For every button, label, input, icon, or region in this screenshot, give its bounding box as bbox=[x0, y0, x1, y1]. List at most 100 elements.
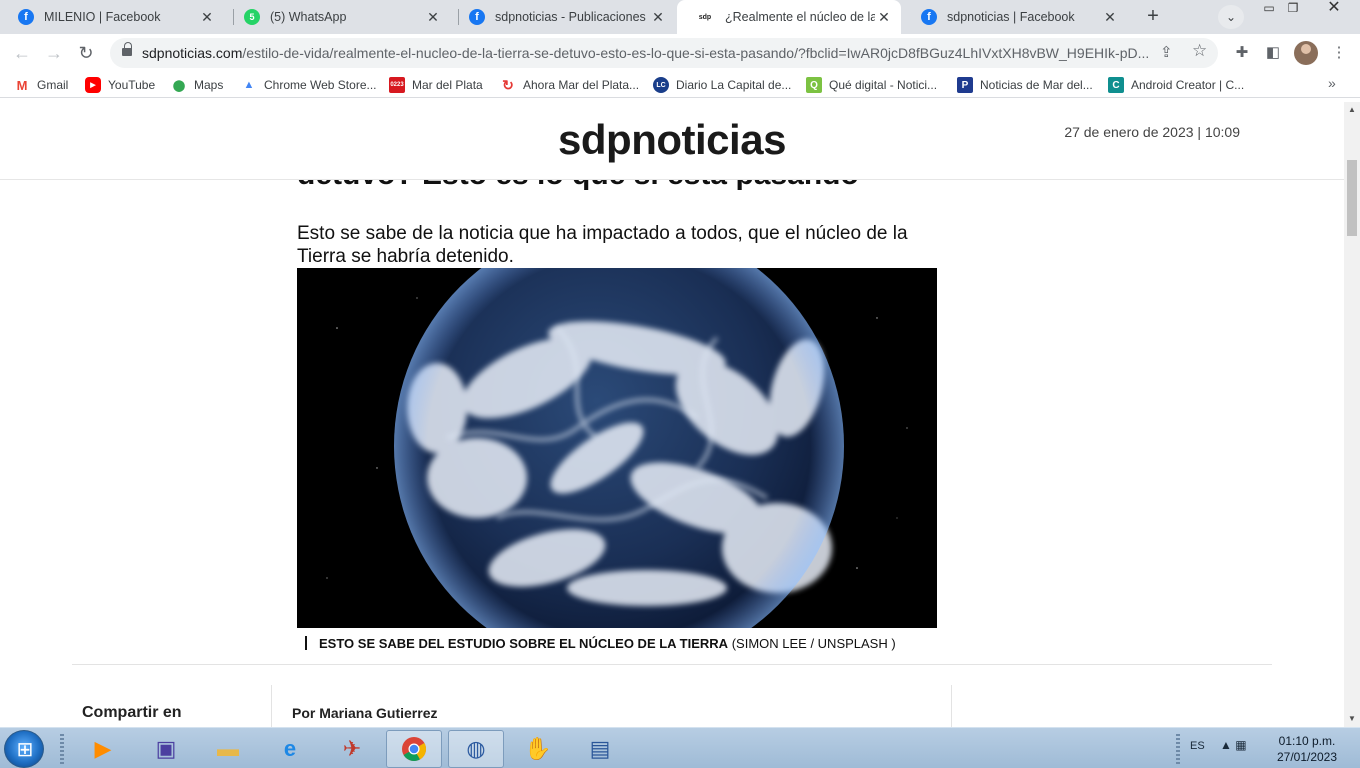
que-digital-icon: Q bbox=[806, 77, 822, 93]
tray-chevron-icon[interactable]: ▲ ▦ bbox=[1220, 738, 1247, 752]
bookmark-mar-del-plata[interactable]: 0223 Mar del Plata bbox=[389, 76, 483, 94]
scroll-up-arrow-icon[interactable]: ▲ bbox=[1344, 102, 1360, 118]
bookmark-label: Maps bbox=[194, 78, 224, 92]
share-label: Compartir en bbox=[82, 704, 182, 721]
game-icon: ✋ bbox=[524, 736, 552, 761]
bookmark-label: Chrome Web Store... bbox=[264, 78, 377, 92]
bookmark-noticias-mar-del-plata[interactable]: P Noticias de Mar del... bbox=[957, 76, 1093, 94]
tab-sdpnoticias-facebook[interactable]: f sdpnoticias | Facebook ✕ bbox=[903, 0, 1127, 34]
url-text[interactable]: sdpnoticias.com/estilo-de-vida/realmente… bbox=[142, 45, 1152, 61]
start-button[interactable] bbox=[4, 730, 45, 768]
folder-icon: ▬ bbox=[217, 736, 239, 761]
image-caption: ESTO SE SABE DEL ESTUDIO SOBRE EL NÚCLEO… bbox=[305, 636, 945, 651]
bookmarks-bar: M Gmail ▶ YouTube ⬤ Maps ▲ Chrome Web St… bbox=[0, 72, 1360, 98]
facebook-icon: f bbox=[18, 9, 34, 25]
taskbar-game[interactable]: ✋ bbox=[510, 730, 566, 768]
tab-search-icon[interactable]: ⌄ bbox=[1218, 5, 1244, 29]
tab-title: sdpnoticias | Facebook bbox=[947, 10, 1075, 24]
media-player-icon: ▶ bbox=[94, 736, 112, 761]
reload-icon[interactable]: ↻ bbox=[74, 41, 98, 65]
bookmark-label: Gmail bbox=[37, 78, 69, 92]
taskbar-chrome[interactable] bbox=[386, 730, 442, 768]
forward-arrow-icon[interactable]: → bbox=[42, 41, 66, 65]
lock-icon[interactable] bbox=[122, 42, 132, 58]
youtube-icon: ▶ bbox=[85, 77, 101, 93]
article-lead: Esto se sabe de la noticia que ha impact… bbox=[297, 223, 908, 267]
column-separator bbox=[271, 685, 272, 727]
scrollbar-thumb[interactable] bbox=[1347, 160, 1357, 236]
windows-taskbar: ▶ ▣ ▬ e ✈ ◍ ✋ ▤ ES ▲ ▦ 01:10 p.m. 27/01/… bbox=[0, 727, 1360, 768]
bookmark-label: Noticias de Mar del... bbox=[980, 78, 1093, 92]
tab-milenio-facebook[interactable]: f MILENIO | Facebook ✕ bbox=[0, 0, 224, 34]
system-clock[interactable]: 01:10 p.m. 27/01/2023 bbox=[1262, 733, 1352, 765]
taskbar-internet-explorer[interactable]: e bbox=[262, 730, 318, 768]
bookmark-star-icon[interactable]: ☆ bbox=[1192, 41, 1207, 61]
minimize-icon[interactable]: ▭ bbox=[1258, 0, 1280, 18]
la-capital-icon: LC bbox=[653, 77, 669, 93]
extensions-puzzle-icon[interactable]: ✚ bbox=[1231, 42, 1253, 64]
bookmark-que-digital[interactable]: Q Qué digital - Notici... bbox=[806, 76, 937, 94]
scroll-down-arrow-icon[interactable]: ▼ bbox=[1344, 711, 1360, 727]
article-hero-image[interactable] bbox=[297, 268, 937, 628]
ahora-mdp-icon: ↻ bbox=[502, 76, 514, 93]
window-close-icon[interactable]: ✕ bbox=[1312, 0, 1356, 18]
tab-title: sdpnoticias - Publicaciones | Fa bbox=[495, 10, 649, 24]
article-byline[interactable]: Por Mariana Gutierrez bbox=[292, 705, 438, 721]
tab-title: ¿Realmente el núcleo de la Tie bbox=[725, 10, 875, 24]
profile-avatar-icon[interactable] bbox=[1294, 41, 1318, 65]
browser-toolbar: ← → ↻ sdpnoticias.com/estilo-de-vida/rea… bbox=[0, 34, 1360, 72]
close-tab-icon[interactable]: ✕ bbox=[424, 9, 442, 26]
back-arrow-icon[interactable]: ← bbox=[10, 41, 34, 65]
close-tab-icon[interactable]: ✕ bbox=[1101, 9, 1119, 26]
site-header: sdpnoticias 27 de enero de 2023 | 10:09 bbox=[0, 102, 1344, 180]
bookmark-label: Qué digital - Notici... bbox=[829, 78, 938, 92]
bookmark-chrome-web-store[interactable]: ▲ Chrome Web Store... bbox=[241, 76, 377, 94]
bookmark-ahora-mar-del-plata[interactable]: ↻ Ahora Mar del Plata... bbox=[500, 76, 639, 94]
taskbar-app-active[interactable]: ◍ bbox=[448, 730, 504, 768]
side-panel-icon[interactable]: ◧ bbox=[1262, 42, 1284, 64]
tab-whatsapp[interactable]: 5 (5) WhatsApp ✕ bbox=[226, 0, 450, 34]
content-divider bbox=[72, 664, 1272, 665]
menu-kebab-icon[interactable]: ⋮ bbox=[1328, 42, 1350, 64]
page-scrollbar[interactable]: ▲ ▼ bbox=[1344, 102, 1360, 727]
new-tab-button[interactable]: + bbox=[1140, 5, 1166, 29]
taskbar-app[interactable]: ✈ bbox=[324, 730, 380, 768]
bookmark-label: Android Creator | C... bbox=[1131, 78, 1245, 92]
bookmark-android-creator[interactable]: C Android Creator | C... bbox=[1108, 76, 1244, 94]
restore-icon[interactable]: ❐ bbox=[1282, 0, 1304, 18]
tab-nucleo-tierra-active[interactable]: sdp ¿Realmente el núcleo de la Tie ✕ bbox=[677, 0, 901, 34]
bookmark-gmail[interactable]: M Gmail bbox=[14, 76, 69, 94]
column-separator bbox=[951, 685, 952, 727]
bookmark-label: Mar del Plata bbox=[412, 78, 483, 92]
bookmark-maps[interactable]: ⬤ Maps bbox=[171, 76, 224, 94]
taskbar-remote-desktop[interactable]: ▣ bbox=[138, 730, 194, 768]
tab-sdpnoticias-publicaciones[interactable]: f sdpnoticias - Publicaciones | Fa ✕ bbox=[451, 0, 675, 34]
bookmark-label: Diario La Capital de... bbox=[676, 78, 792, 92]
maps-icon: ⬤ bbox=[172, 79, 186, 92]
bookmark-label: Ahora Mar del Plata... bbox=[523, 78, 640, 92]
internet-explorer-icon: e bbox=[283, 736, 297, 761]
taskbar-grip bbox=[60, 734, 64, 764]
earth-image bbox=[297, 268, 937, 628]
tab-title: (5) WhatsApp bbox=[270, 10, 347, 24]
taskbar-document[interactable]: ▤ bbox=[572, 730, 628, 768]
close-tab-icon[interactable]: ✕ bbox=[649, 9, 667, 26]
chrome-icon bbox=[402, 737, 427, 762]
caption-credit: (SIMON LEE / UNSPLASH ) bbox=[731, 636, 896, 651]
android-creator-icon: C bbox=[1108, 77, 1124, 93]
bookmarks-overflow-chevron-icon[interactable]: » bbox=[1328, 75, 1336, 91]
share-icon[interactable]: ⇪ bbox=[1160, 43, 1173, 61]
close-tab-icon[interactable]: ✕ bbox=[198, 9, 216, 26]
address-bar[interactable]: sdpnoticias.com/estilo-de-vida/realmente… bbox=[110, 38, 1218, 68]
language-indicator[interactable]: ES bbox=[1190, 740, 1205, 752]
clock-date: 27/01/2023 bbox=[1276, 750, 1338, 764]
bookmark-youtube[interactable]: ▶ YouTube bbox=[85, 76, 155, 94]
taskbar-media-player[interactable]: ▶ bbox=[75, 730, 131, 768]
mdp-0223-icon: 0223 bbox=[389, 77, 405, 93]
bookmark-label: YouTube bbox=[108, 78, 156, 92]
sdp-icon: sdp bbox=[698, 13, 712, 21]
facebook-icon: f bbox=[469, 9, 485, 25]
bookmark-diario-la-capital[interactable]: LC Diario La Capital de... bbox=[653, 76, 791, 94]
close-tab-icon[interactable]: ✕ bbox=[875, 9, 893, 26]
taskbar-explorer[interactable]: ▬ bbox=[200, 730, 256, 768]
